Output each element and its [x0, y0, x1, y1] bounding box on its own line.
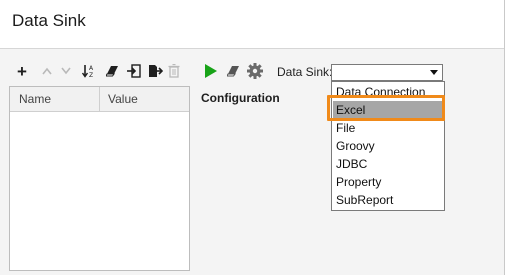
panel-title: Data Sink	[12, 11, 86, 30]
arrow-up-icon[interactable]	[39, 63, 55, 79]
grid-header: Name Value	[10, 87, 189, 112]
option-subreport[interactable]: SubReport	[333, 191, 443, 209]
run-icon[interactable]	[205, 64, 217, 78]
configuration-heading: Configuration	[201, 91, 280, 105]
svg-text:Z: Z	[89, 72, 93, 78]
data-sink-select[interactable]	[331, 64, 443, 81]
property-grid[interactable]: Name Value	[9, 86, 190, 271]
option-groovy[interactable]: Groovy	[333, 137, 443, 155]
chevron-down-icon[interactable]	[430, 70, 438, 75]
highlight-box	[327, 95, 445, 121]
option-property[interactable]: Property	[333, 173, 443, 191]
plus-icon[interactable]: +	[14, 63, 30, 80]
gear-icon[interactable]	[247, 63, 263, 79]
data-sink-label: Data Sink:	[277, 65, 333, 79]
import-icon[interactable]	[126, 63, 142, 79]
column-header-value[interactable]: Value	[108, 92, 138, 106]
title-bar: Data Sink	[0, 0, 504, 49]
option-file[interactable]: File	[333, 119, 443, 137]
export-icon[interactable]	[147, 63, 163, 79]
column-separator[interactable]	[99, 87, 100, 111]
option-jdbc[interactable]: JDBC	[333, 155, 443, 173]
eraser-icon[interactable]	[226, 63, 242, 79]
arrow-down-icon[interactable]	[58, 63, 74, 79]
eraser-icon[interactable]	[105, 63, 121, 79]
trash-icon[interactable]	[166, 63, 182, 79]
data-sink-panel: Data Sink + A Z Name Value Configuration…	[0, 0, 505, 275]
sort-icon[interactable]: A Z	[81, 63, 97, 79]
column-header-name[interactable]: Name	[19, 92, 51, 106]
svg-text:A: A	[89, 65, 94, 72]
